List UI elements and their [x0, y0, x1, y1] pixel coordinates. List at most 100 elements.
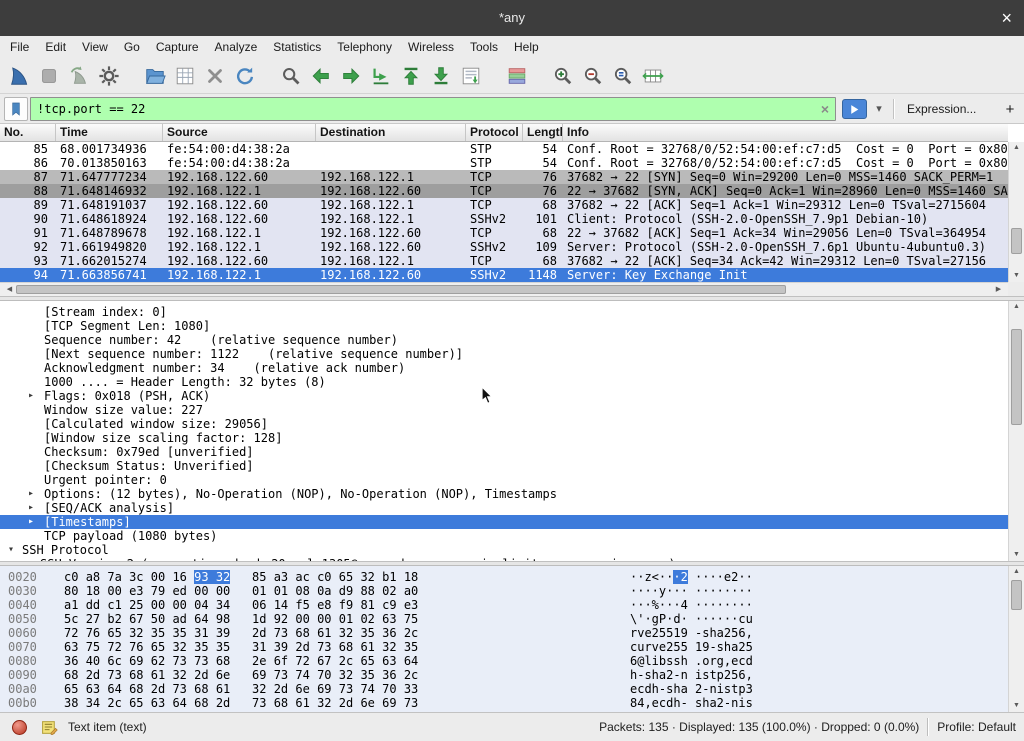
hex-byte[interactable]: b2	[107, 612, 121, 626]
hex-byte[interactable]: 68	[194, 682, 208, 696]
detail-line[interactable]: TCP payload (1080 bytes)	[0, 529, 1008, 543]
hex-byte[interactable]: 76	[86, 626, 100, 640]
hex-ascii[interactable]: ······cu	[695, 612, 753, 626]
hex-byte[interactable]: 62	[151, 654, 165, 668]
hex-byte[interactable]: 32	[317, 696, 331, 710]
hex-byte[interactable]: 2d	[194, 668, 208, 682]
expert-info-button[interactable]	[8, 716, 30, 738]
hex-ascii[interactable]: rve25519	[630, 626, 688, 640]
hex-byte[interactable]: 25	[129, 598, 143, 612]
hex-byte[interactable]: 73	[274, 626, 288, 640]
save-file-button[interactable]	[170, 61, 200, 91]
hex-byte[interactable]: 2c	[404, 626, 418, 640]
hex-byte[interactable]: ed	[172, 584, 186, 598]
menu-capture[interactable]: Capture	[148, 36, 207, 59]
packet-list-hscrollbar[interactable]: ◀ ▶	[0, 282, 1008, 296]
scroll-down-icon[interactable]: ▼	[1009, 270, 1024, 282]
hex-byte[interactable]: 72	[64, 626, 78, 640]
hex-byte[interactable]: 6f	[274, 654, 288, 668]
detail-line[interactable]: Window size value: 227	[0, 403, 1008, 417]
hex-ascii[interactable]: ····y···	[630, 584, 688, 598]
close-icon[interactable]: ×	[1001, 0, 1012, 36]
hex-byte[interactable]: 73	[252, 696, 266, 710]
start-capture-button[interactable]	[4, 61, 34, 91]
hex-byte[interactable]: 00	[216, 584, 230, 598]
hex-byte[interactable]: c9	[382, 598, 396, 612]
detail-line[interactable]: 1000 .... = Header Length: 32 bytes (8)	[0, 375, 1008, 389]
packet-row-87[interactable]: 8771.647777234192.168.122.60192.168.122.…	[0, 170, 1008, 184]
hex-byte[interactable]: 63	[382, 612, 396, 626]
packet-row-93[interactable]: 9371.662015274192.168.122.60192.168.122.…	[0, 254, 1008, 268]
hex-ascii[interactable]: sha2-nis	[695, 696, 753, 710]
find-packet-button[interactable]	[276, 61, 306, 91]
packet-row-91[interactable]: 9171.648789678192.168.122.1192.168.122.6…	[0, 226, 1008, 240]
filter-input[interactable]: !tcp.port == 22	[30, 97, 836, 121]
hex-byte[interactable]: 70	[317, 668, 331, 682]
hex-byte[interactable]: e8	[317, 598, 331, 612]
packet-row-86[interactable]: 8670.013850163fe:54:00:d4:38:2aSTP54Conf…	[0, 156, 1008, 170]
hex-byte[interactable]: 39	[216, 626, 230, 640]
hex-byte[interactable]: a3	[274, 570, 288, 584]
hex-byte[interactable]: 2d	[151, 682, 165, 696]
hex-byte[interactable]: 64	[404, 654, 418, 668]
hex-byte[interactable]: 65	[107, 626, 121, 640]
hex-byte[interactable]: 36	[64, 654, 78, 668]
hex-byte[interactable]: 74	[360, 682, 374, 696]
hex-byte[interactable]: 80	[64, 584, 78, 598]
hex-byte[interactable]: 34	[86, 696, 100, 710]
zoom-original-button[interactable]	[608, 61, 638, 91]
hex-byte[interactable]: 31	[252, 640, 266, 654]
hex-byte[interactable]: 35	[404, 640, 418, 654]
scrollbar-thumb[interactable]	[16, 285, 786, 294]
hex-byte[interactable]: 64	[172, 696, 186, 710]
hex-byte[interactable]: 73	[404, 696, 418, 710]
hex-byte[interactable]: 69	[382, 696, 396, 710]
hex-vscrollbar[interactable]: ▲ ▼	[1008, 566, 1024, 712]
detail-line[interactable]: ▾SSH Protocol	[0, 543, 1008, 557]
packet-row-85[interactable]: 8568.001734936fe:54:00:d4:38:2aSTP54Conf…	[0, 142, 1008, 156]
hex-byte[interactable]: 32	[382, 640, 396, 654]
hex-byte[interactable]: 61	[151, 668, 165, 682]
hex-ascii[interactable]: curve255	[630, 640, 688, 654]
detail-line[interactable]: [Window size scaling factor: 128]	[0, 431, 1008, 445]
hex-byte[interactable]: 72	[295, 654, 309, 668]
detail-line[interactable]: ▸Flags: 0x018 (PSH, ACK)	[0, 389, 1008, 403]
packet-row-92[interactable]: 9271.661949820192.168.122.1192.168.122.6…	[0, 240, 1008, 254]
menu-telephony[interactable]: Telephony	[329, 36, 400, 59]
hex-byte[interactable]: 00	[107, 584, 121, 598]
hex-byte[interactable]: 73	[172, 682, 186, 696]
hex-byte[interactable]: b1	[382, 570, 396, 584]
hex-byte[interactable]: 73	[107, 668, 121, 682]
hex-byte[interactable]: 14	[274, 598, 288, 612]
hex-byte[interactable]: 63	[382, 654, 396, 668]
hex-byte[interactable]: 61	[360, 640, 374, 654]
hex-byte[interactable]: 73	[194, 654, 208, 668]
hex-byte[interactable]: 68	[216, 654, 230, 668]
column-header-destination[interactable]: Destination	[316, 124, 466, 141]
hex-byte[interactable]: 72	[107, 640, 121, 654]
hex-byte[interactable]: f9	[339, 598, 353, 612]
hex-byte[interactable]: c0	[64, 570, 78, 584]
hex-byte[interactable]: 68	[64, 668, 78, 682]
hex-byte[interactable]: 68	[129, 668, 143, 682]
hex-byte[interactable]: 0a	[317, 584, 331, 598]
hex-byte[interactable]: 38	[64, 696, 78, 710]
expander-collapsed-icon[interactable]: ▸	[28, 515, 34, 529]
detail-line[interactable]: [Next sequence number: 1122 (relative se…	[0, 347, 1008, 361]
hex-byte[interactable]: 2e	[252, 654, 266, 668]
hex-ascii[interactable]: 2-nistp3	[695, 682, 753, 696]
hex-byte[interactable]: c0	[317, 570, 331, 584]
hex-byte[interactable]: 35	[151, 626, 165, 640]
zoom-out-button[interactable]	[578, 61, 608, 91]
hex-byte[interactable]: 39	[274, 640, 288, 654]
hex-byte[interactable]: 63	[151, 696, 165, 710]
scroll-down-icon[interactable]: ▼	[1009, 700, 1024, 712]
menu-file[interactable]: File	[2, 36, 37, 59]
hex-byte[interactable]: 93	[194, 570, 208, 584]
hex-ascii[interactable]: ecdh-sha	[630, 682, 688, 696]
scroll-down-icon[interactable]: ▼	[1009, 549, 1024, 561]
packet-row-89[interactable]: 8971.648191037192.168.122.60192.168.122.…	[0, 198, 1008, 212]
detail-line[interactable]: Urgent pointer: 0	[0, 473, 1008, 487]
detail-line[interactable]: [Checksum Status: Unverified]	[0, 459, 1008, 473]
hex-byte[interactable]: 35	[194, 640, 208, 654]
